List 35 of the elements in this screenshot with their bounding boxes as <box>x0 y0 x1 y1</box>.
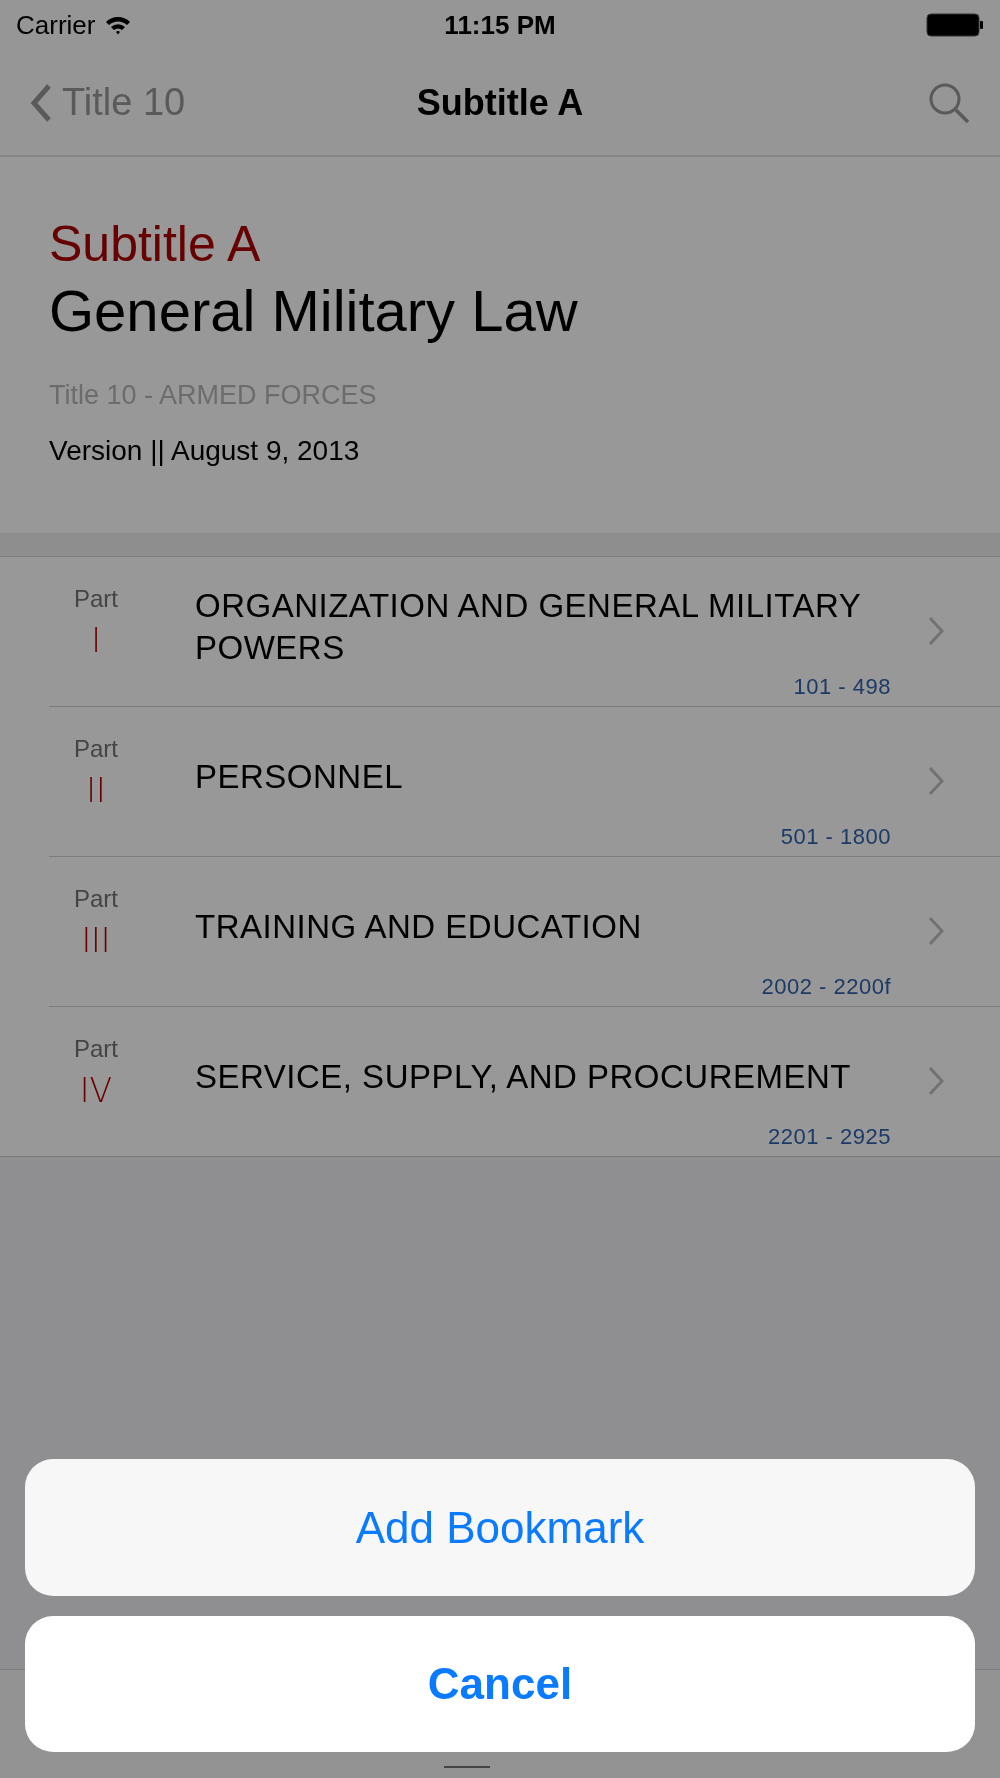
part-numeral: IV <box>79 1071 113 1110</box>
part-title: ORGANIZATION AND GENERAL MILITARY POWERS <box>195 585 862 668</box>
part-label: Part <box>74 585 118 613</box>
part-title: SERVICE, SUPPLY, AND PROCUREMENT <box>195 1056 852 1097</box>
chevron-right-icon <box>928 616 944 646</box>
part-row[interactable]: Part IV SERVICE, SUPPLY, AND PROCUREMENT 2201 - 2925 <box>49 1007 1000 1156</box>
part-row[interactable]: Part I ORGANIZATION AND GENERAL MILITARY POWERS 101 - 498 <box>49 557 1000 707</box>
cancel-button[interactable]: Cancel <box>25 1616 975 1752</box>
section-range: 2201 - 2925 <box>768 1124 891 1150</box>
part-title: PERSONNEL <box>195 756 405 797</box>
part-label: Part <box>74 735 118 763</box>
section-range: 101 - 498 <box>793 674 891 700</box>
part-label: Part <box>74 885 118 913</box>
chevron-left-icon <box>30 82 52 123</box>
part-label: Part <box>74 1035 118 1063</box>
part-numeral: II <box>86 771 106 810</box>
search-icon[interactable] <box>928 81 970 124</box>
nav-title: Subtitle A <box>416 81 584 124</box>
carrier-name: Carrier <box>16 9 96 41</box>
chevron-right-icon <box>928 766 944 796</box>
part-numeral: I <box>91 621 101 660</box>
section-range: 501 - 1800 <box>780 824 891 850</box>
wifi-icon <box>105 15 132 35</box>
chevron-right-icon <box>928 1066 944 1096</box>
section-range: 2002 - 2200f <box>761 974 891 1000</box>
part-title: TRAINING AND EDUCATION <box>195 906 643 947</box>
status-time: 11:15 PM <box>444 9 556 41</box>
part-row[interactable]: Part II PERSONNEL 501 - 1800 <box>49 707 1000 857</box>
subtitle-label: Subtitle A <box>49 215 261 273</box>
chevron-right-icon <box>928 916 944 946</box>
version-text: Version || August 9, 2013 <box>49 435 360 467</box>
part-numeral: III <box>81 921 111 960</box>
page-title: General Military Law <box>49 277 578 344</box>
part-row[interactable]: Part III TRAINING AND EDUCATION 2002 - 2200f <box>49 857 1000 1007</box>
battery-icon <box>926 13 984 37</box>
